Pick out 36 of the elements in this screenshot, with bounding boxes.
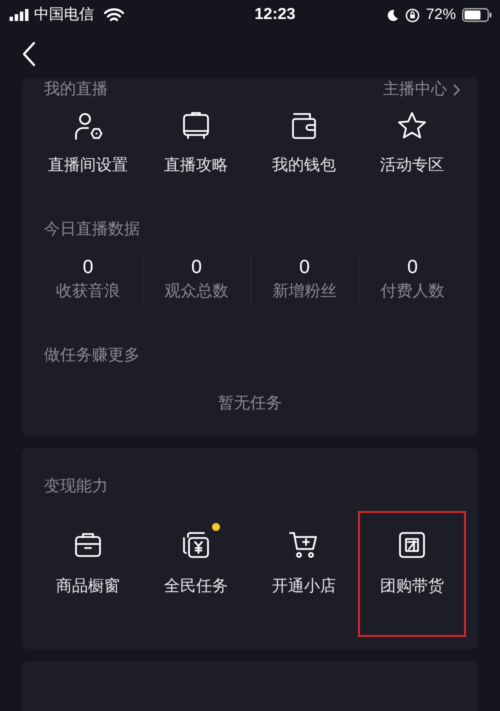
live-action-button[interactable]: 我的钱包 [250,110,358,178]
stat-label: 观众总数 [164,282,228,302]
chevron-right-icon [453,84,460,96]
section-title: 今日直播数据 [44,220,141,240]
live-action-button[interactable]: 直播间设置 [34,110,142,178]
wifi-icon [104,8,124,22]
live-action-button[interactable]: 活动专区 [358,110,466,178]
stat-label: 付费人数 [380,282,444,302]
stat-label: 新增粉丝 [272,282,336,302]
anchor-center-link[interactable]: 主播中心 [383,78,460,102]
square-glyph-icon [396,529,428,561]
monetize-item-button[interactable]: 商品橱窗 [34,511,142,637]
rotation-lock-icon [404,8,420,22]
empty-message: 暂无任务 [218,394,282,414]
tv-icon [180,110,212,142]
stat-value: 0 [82,256,94,280]
monetize-item-button[interactable]: 团购带货 [358,511,466,637]
moon-icon [386,8,399,22]
stat-value: 0 [299,256,310,280]
carrier-name: 中国电信 [34,4,94,25]
monetize-item-button[interactable]: 开通小店 [250,511,358,637]
person-gear-icon [72,110,104,142]
clock-time: 12:23 [254,5,296,25]
live-action-button[interactable]: 直播攻略 [142,110,250,178]
battery-percent: 72% [426,4,456,25]
stat-value: 0 [191,256,202,280]
yen-coupon-icon [180,529,212,561]
cart-plus-icon [288,529,320,561]
section-title: 我的直播 [44,80,108,100]
section-title: 变现能力 [44,476,109,497]
stat-value: 0 [407,256,418,280]
signal-icon [8,9,30,21]
stat-label: 收获音浪 [56,282,120,302]
battery-icon [462,8,492,22]
monetize-item-button[interactable]: 全民任务 [142,511,250,637]
section-title: 做任务赚更多 [44,346,141,366]
